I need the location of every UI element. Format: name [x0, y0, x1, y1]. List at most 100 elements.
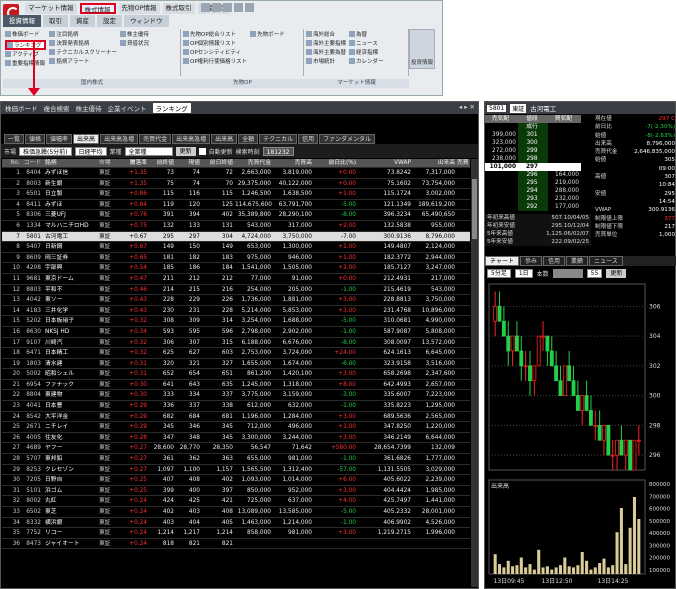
table-row[interactable]: 21 6954 ファナック 東証 +0.30 641 643 635 1,245,000 1,31…: [2, 380, 470, 391]
ribbon-item[interactable]: テクニカルスクリーナー: [49, 49, 117, 57]
order-book-row[interactable]: 238,000 298: [485, 155, 591, 163]
column-header[interactable]: 前終値: [149, 159, 176, 167]
table-row[interactable]: 2 8003 新生銀 東証 +1.35 75 74 70 29,375,000 40,122,00…: [2, 179, 470, 190]
ribbon-item[interactable]: 株主優待: [120, 31, 149, 39]
ribbon-item[interactable]: 海外総合: [306, 31, 346, 39]
table-row[interactable]: 29 8253 クレセゾン 東証 +0.27 1,097 1,100 1,157 1,565,5…: [2, 465, 470, 476]
column-header[interactable]: VWAP: [358, 159, 413, 167]
panel-tab[interactable]: 企業イベント: [108, 103, 147, 113]
ribbon-item[interactable]: 貸借状況: [120, 40, 149, 48]
table-row[interactable]: 5 8306 三菱UFJ 東証 +0.76 391 394 402 35,389,800 28,2…: [2, 210, 470, 221]
table-row[interactable]: 8 5407 日新鋼 東証 +0.67 149 150 149 653,000 1,300,000…: [2, 242, 470, 253]
chart-tab[interactable]: チャート: [485, 256, 519, 266]
window-button-icon[interactable]: [234, 3, 243, 12]
table-row[interactable]: 15 5202 日本板硝子 東証 +0.32 308 309 314 3,254,000 1,68…: [2, 316, 470, 327]
column-header[interactable]: 前日終値: [202, 159, 235, 167]
order-book-row[interactable]: 323,000 300: [485, 139, 591, 147]
table-row[interactable]: 14 4183 三井化学 東証 +0.43 230 231 228 5,214,000 5,853…: [2, 306, 470, 317]
submenu-settings[interactable]: 設定: [97, 15, 122, 27]
column-header[interactable]: 市場: [99, 159, 121, 167]
table-row[interactable]: 11 9681 東京ドーム 東証 +0.47 211 212 212 77,000 91,000 +…: [2, 274, 470, 285]
order-book-row[interactable]: 成行: [485, 123, 591, 131]
panel-tab[interactable]: 株価ボード: [5, 103, 38, 113]
ribbon-item[interactable]: 海外主要指標: [306, 40, 346, 48]
scroll-thumb[interactable]: [472, 179, 477, 239]
ranking-subtab[interactable]: テクニカル: [259, 134, 298, 144]
table-row[interactable]: 26 4005 住友化 東証 +0.28 347 348 345 3,300,000 3,244,…: [2, 433, 470, 444]
count-input[interactable]: 55: [586, 268, 603, 278]
panel-tab[interactable]: 複合検索: [44, 103, 70, 113]
invest-info-big-button[interactable]: 投資情報: [409, 29, 435, 69]
chart-update-button[interactable]: 更新: [606, 268, 627, 278]
table-row[interactable]: 36 8473 ジャイオート 東証 +0.24 818 821 821: [2, 539, 470, 550]
ribbon-item[interactable]: 銘柄アラート: [49, 58, 117, 66]
column-header[interactable]: 銘柄: [43, 159, 99, 167]
order-book-row[interactable]: 295 219,000: [485, 179, 591, 187]
ranking-subtab[interactable]: 一覧: [4, 134, 25, 144]
market-select[interactable]: 株価急騰(5分前): [19, 146, 72, 156]
table-row[interactable]: 24 8542 大平洋金 東証 +0.29 682 684 681 1,196,000 1,284…: [2, 412, 470, 423]
table-row[interactable]: 32 8002 丸紅 東証 +0.24 424 425 421 725,000 637,000 +4…: [2, 496, 470, 507]
ribbon-item[interactable]: 決算発表銘柄: [49, 40, 117, 48]
ranking-subtab[interactable]: 信用: [298, 134, 319, 144]
chart-tab[interactable]: 信用: [542, 256, 565, 266]
table-row[interactable]: 35 7752 リコー 東証 +0.24 1,214 1,217 1,214 858,000 98…: [2, 528, 470, 539]
menu-stock-info[interactable]: 株式情報: [79, 3, 116, 14]
ribbon-item[interactable]: 海外主要為替: [306, 49, 346, 57]
table-row[interactable]: 16 8630 NKSJ HD 東証 +0.34 593 595 596 2,798,000 2,…: [2, 327, 470, 338]
table-row[interactable]: 13 4042 東ソー 東証 +0.43 228 229 226 1,736,000 1,881,…: [2, 295, 470, 306]
order-book-row[interactable]: 101,000 297: [485, 163, 591, 171]
submenu-invest-info[interactable]: 投資情報: [3, 15, 41, 27]
submenu-window[interactable]: ウィンドウ: [124, 15, 169, 27]
panel-tab[interactable]: ランキング: [152, 103, 191, 113]
interval-select[interactable]: 5分足: [487, 268, 511, 278]
table-row[interactable]: 25 2671 ニチレイ 東証 +0.29 345 346 345 712,000 496,000…: [2, 422, 470, 433]
order-book-row[interactable]: 292 177,000: [485, 203, 591, 211]
ribbon-item[interactable]: 市場統計: [306, 58, 346, 66]
table-row[interactable]: 27 4689 ヤフー 東証 +0.27 28,600 28,770 28,350 56,547…: [2, 443, 470, 455]
column-header[interactable]: 騰落率: [121, 159, 149, 167]
index-select[interactable]: 日経平均: [74, 146, 107, 156]
code-input[interactable]: 5801: [487, 104, 507, 112]
chart-tab[interactable]: 業績: [565, 256, 588, 266]
ranking-subtab[interactable]: 出来高: [211, 134, 238, 144]
window-button-icon[interactable]: [212, 3, 221, 12]
ranking-subtab[interactable]: 値格: [25, 134, 46, 144]
table-scrollbar[interactable]: [471, 159, 478, 587]
column-header[interactable]: No.: [2, 159, 22, 167]
ranking-subtab[interactable]: 出来高急増: [172, 134, 211, 144]
window-button-icon[interactable]: [245, 3, 254, 12]
ribbon-item[interactable]: 先物OP総合リスト: [183, 31, 247, 39]
order-book-row[interactable]: 399,000 301: [485, 131, 591, 139]
table-row[interactable]: 6 1334 マルハニチロHD 東証 +0.75 132 133 131 543,000 317,…: [2, 221, 470, 232]
table-row[interactable]: 18 6471 日本精工 東証 +0.32 625 627 603 2,753,000 3,724…: [2, 348, 470, 359]
table-row[interactable]: 4 8411 みずほ 東証 +0.84 119 120 125 114,675,600 63,79…: [2, 200, 470, 211]
table-row[interactable]: 9 8609 岡三証券 東証 +0.65 181 182 183 975,000 946,000 +…: [2, 253, 470, 264]
table-row[interactable]: 30 7205 日野自 東証 +0.25 407 408 402 1,093,000 1,014,…: [2, 475, 470, 486]
table-row[interactable]: 28 5707 東邦鉛 東証 +0.27 361 362 363 655,000 981,000 -…: [2, 454, 470, 465]
ribbon-item[interactable]: ニュース: [349, 40, 384, 48]
table-row[interactable]: 1 8404 みずほ信 東証 +1.35 73 74 72 2,663,000 3,819,000…: [2, 168, 470, 179]
table-row[interactable]: 31 5101 浜ゴム 東証 +0.25 399 400 397 850,000 952,000 +…: [2, 486, 470, 497]
table-row[interactable]: 7 5801 古河電工 東証 +0.67 295 297 304 4,724,000 3,750,…: [2, 231, 470, 243]
menu-futures[interactable]: 先物OP情報: [118, 3, 160, 14]
window-button-icon[interactable]: [223, 3, 232, 12]
table-row[interactable]: 12 8803 平和不 東証 +0.46 214 215 216 254,000 205,000 -…: [2, 285, 470, 296]
ribbon-item[interactable]: OP権利行使価格リスト: [183, 58, 247, 66]
menu-market[interactable]: マーケット情報: [25, 3, 77, 14]
ranking-subtab[interactable]: 全額: [238, 134, 259, 144]
ribbon-item[interactable]: OP個別情報リスト: [183, 40, 247, 48]
column-header[interactable]: 現値: [176, 159, 202, 167]
count-slider[interactable]: [552, 268, 583, 278]
column-header[interactable]: 売買: [457, 159, 470, 167]
submenu-assets[interactable]: 資産: [70, 15, 95, 27]
ribbon-item[interactable]: 株価ボード: [5, 31, 46, 39]
ranking-subtab[interactable]: 値幅率: [46, 134, 73, 144]
update-button[interactable]: 更新: [175, 146, 196, 156]
ranking-subtab[interactable]: 出来高: [73, 134, 100, 144]
column-header[interactable]: 売買高: [273, 159, 314, 167]
table-row[interactable]: 33 6502 東芝 東証 +0.24 402 403 408 13,089,000 13,585…: [2, 507, 470, 518]
order-book-row[interactable]: 294 288,000: [485, 187, 591, 195]
order-book-row[interactable]: 296 164,000: [485, 171, 591, 179]
column-header[interactable]: 出来高: [413, 159, 457, 167]
